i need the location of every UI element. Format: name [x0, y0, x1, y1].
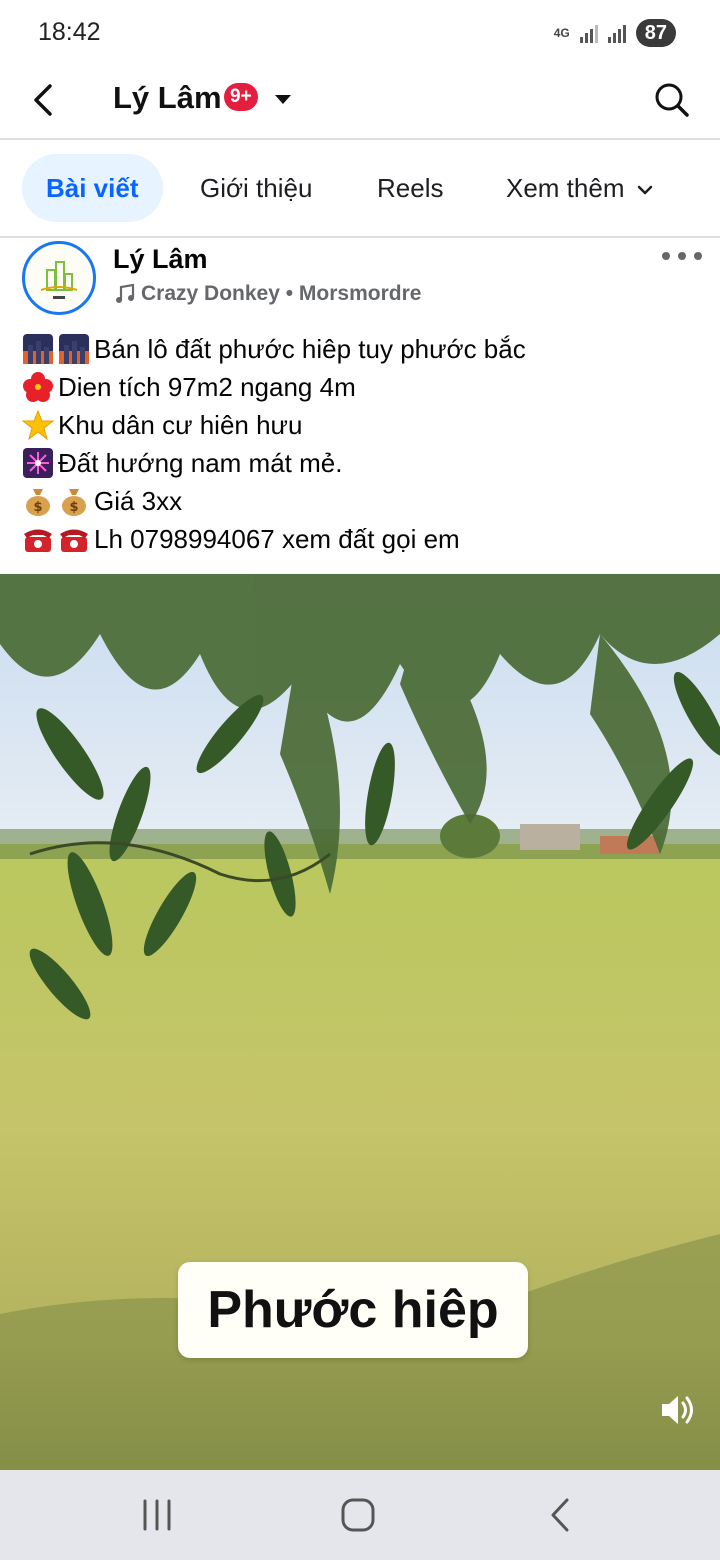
real-estate-logo-icon: [27, 246, 91, 310]
post-line-text: Khu dân cư hiên hưu: [58, 409, 303, 440]
post-more-button[interactable]: [662, 244, 702, 268]
money-bag-emoji: $: [62, 489, 86, 516]
back-button[interactable]: [22, 78, 66, 122]
post-text: Bán lô đất phước hiêp tuy phước bắc Dien…: [22, 330, 702, 558]
post-audio-line[interactable]: Crazy Donkey • Morsmordre: [113, 282, 421, 306]
post-line-6: Lh 0798994067 xem đất gọi em: [22, 520, 702, 558]
post-audio-text: Crazy Donkey • Morsmordre: [141, 282, 422, 305]
speaker-icon: [662, 1396, 693, 1424]
status-time: 18:42: [38, 18, 101, 46]
music-note-icon: [116, 283, 135, 303]
svg-text:$: $: [33, 500, 42, 515]
sound-toggle-button[interactable]: [656, 1388, 700, 1432]
post-line-text: Dien tích 97m2 ngang 4m: [58, 371, 356, 402]
system-nav-bar: [0, 1470, 720, 1560]
status-icons: 4G 87: [554, 18, 676, 48]
signal-icon: [579, 23, 598, 43]
telephone-emoji: [24, 529, 52, 552]
post-header: Lý Lâm Crazy Donkey • Morsmordre: [0, 238, 720, 322]
post-line-3: Khu dân cư hiên hưu: [22, 406, 702, 444]
post-line-4: Đất hướng nam mát mẻ.: [22, 444, 702, 482]
post-line-text: Đất hướng nam mát mẻ.: [58, 447, 343, 478]
profile-name[interactable]: Lý Lâm: [113, 80, 222, 116]
post-author-name[interactable]: Lý Lâm: [113, 244, 208, 275]
post-line-text: Giá 3xx: [94, 485, 183, 516]
post-line-5: $ $ Giá 3xx: [22, 482, 702, 520]
recent-apps-icon: [143, 1499, 171, 1531]
dot-icon: [678, 252, 686, 260]
search-button[interactable]: [650, 78, 694, 122]
city-dusk-emoji: [23, 334, 53, 364]
network-type: 4G: [553, 26, 570, 40]
money-bag-emoji: $: [26, 489, 50, 516]
profile-tabs: Bài viết Giới thiệu Reels Xem thêm: [0, 140, 720, 238]
notification-badge[interactable]: 9+: [224, 83, 258, 111]
back-chevron-icon: [551, 1498, 569, 1532]
telephone-emoji: [60, 529, 88, 552]
city-dusk-emoji: [59, 334, 89, 364]
chevron-down-icon: [637, 185, 652, 195]
post-line-text: Bán lô đất phước hiêp tuy phước bắc: [94, 333, 526, 364]
status-bar: 18:42 4G 87: [0, 0, 720, 66]
post-line-2: Dien tích 97m2 ngang 4m: [22, 368, 702, 406]
tab-see-more-label: Xem thêm: [506, 173, 625, 203]
sparkler-emoji: [23, 448, 53, 478]
tab-see-more[interactable]: Xem thêm: [482, 154, 679, 222]
system-back-button[interactable]: [537, 1492, 583, 1538]
post-video[interactable]: Phước hiêp: [0, 574, 720, 1470]
tab-about[interactable]: Giới thiệu: [176, 154, 336, 222]
star-emoji: [22, 409, 54, 441]
post-line-1: Bán lô đất phước hiêp tuy phước bắc: [22, 330, 702, 368]
top-bar: Lý Lâm 9+: [0, 66, 720, 140]
dot-icon: [662, 252, 670, 260]
recent-apps-button[interactable]: [134, 1492, 180, 1538]
signal-icon: [607, 23, 626, 43]
profile-switch-dropdown[interactable]: [272, 88, 294, 110]
dot-icon: [694, 252, 702, 260]
author-avatar[interactable]: [22, 241, 96, 315]
home-icon: [341, 1498, 375, 1532]
caret-down-icon: [275, 95, 291, 104]
tab-reels[interactable]: Reels: [353, 154, 467, 222]
tab-posts[interactable]: Bài viết: [22, 154, 163, 222]
svg-text:$: $: [69, 500, 78, 515]
battery-indicator: 87: [635, 19, 676, 47]
back-arrow-icon: [34, 84, 52, 116]
home-button[interactable]: [335, 1492, 381, 1538]
post-line-text: Lh 0798994067 xem đất gọi em: [94, 523, 460, 554]
video-caption: Phước hiêp: [178, 1262, 528, 1358]
search-icon: [655, 83, 689, 117]
hibiscus-emoji: [23, 372, 53, 402]
